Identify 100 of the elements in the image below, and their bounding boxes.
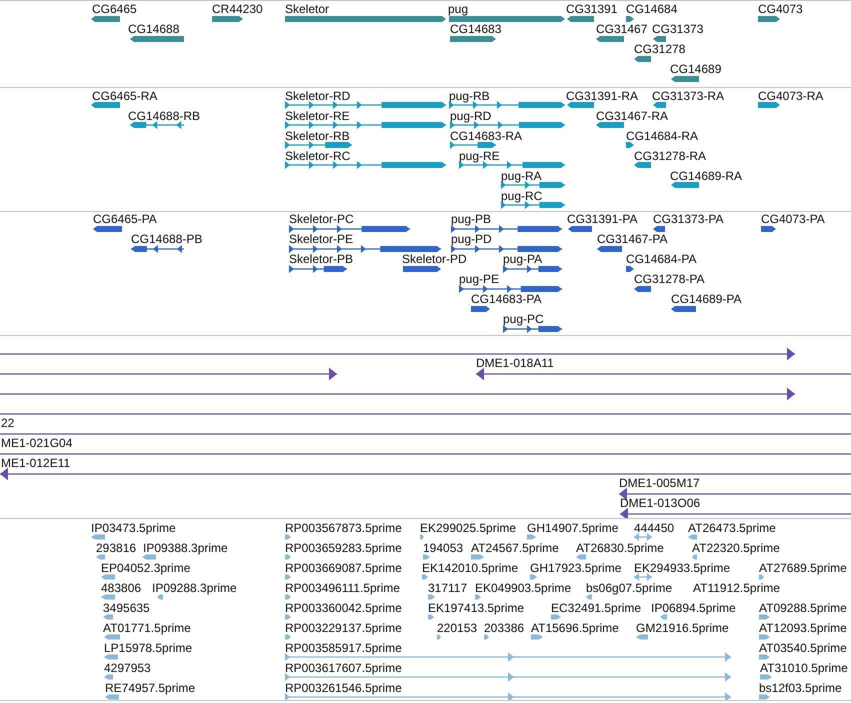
transcript-model bbox=[501, 201, 565, 209]
protein-model bbox=[634, 286, 651, 292]
feature-label: pug-RE bbox=[459, 149, 500, 163]
feature-label: EP04052.3prime bbox=[101, 561, 190, 575]
feature-label: CG31391 bbox=[566, 2, 618, 16]
feature-label: IP09288.3prime bbox=[152, 581, 237, 595]
feature-label: LP15978.5prime bbox=[104, 641, 192, 655]
est-arrow bbox=[475, 594, 481, 600]
feature-label: ME1-021G04 bbox=[1, 436, 72, 450]
est-arrow bbox=[692, 554, 697, 560]
est-arrow bbox=[285, 594, 291, 600]
feature-label: EK299025.5prime bbox=[420, 521, 516, 535]
est-arrow bbox=[285, 634, 291, 640]
feature-label: CG14689-RA bbox=[670, 169, 742, 183]
feature-label: CG14688-PB bbox=[131, 232, 202, 246]
feature-label: CR44230 bbox=[212, 2, 263, 16]
feature-label: CG14684 bbox=[626, 2, 678, 16]
feature-label: pug-PE bbox=[459, 272, 500, 286]
est-arrow bbox=[634, 533, 652, 541]
feature-label: bs06g07.5prime bbox=[586, 581, 672, 595]
est-arrow bbox=[484, 634, 489, 640]
feature-label: bs12f03.5prime bbox=[759, 681, 842, 695]
est-arrow bbox=[285, 534, 291, 540]
feature-label: EC32491.5prime bbox=[551, 601, 642, 615]
feature-label: pug-RB bbox=[449, 89, 490, 103]
est-arrow bbox=[688, 534, 697, 540]
protein-model bbox=[93, 226, 122, 232]
feature-label: AT15696.5prime bbox=[531, 621, 619, 635]
feature-label: RE74957.5prime bbox=[105, 681, 196, 695]
gene-arrow bbox=[626, 16, 634, 22]
est-arrow bbox=[759, 694, 770, 700]
est-arrow bbox=[285, 574, 291, 580]
feature-label: CG31373-RA bbox=[652, 89, 724, 103]
feature-label: pug-PB bbox=[451, 212, 492, 226]
feature-label: CG31467 bbox=[596, 22, 648, 36]
est-arrow bbox=[586, 594, 592, 600]
feature-label: 203386 bbox=[484, 621, 524, 635]
est-arrow bbox=[759, 574, 764, 580]
est-arrow bbox=[576, 554, 586, 560]
est-arrow bbox=[104, 654, 118, 660]
feature-label: CG31278-PA bbox=[634, 272, 704, 286]
est-arrow bbox=[759, 634, 770, 640]
feature-label: GM21916.5prime bbox=[636, 621, 729, 635]
gene-arrow bbox=[653, 36, 666, 42]
est-arrow bbox=[428, 614, 434, 620]
est-arrow bbox=[422, 574, 428, 580]
feature-label: RP003360042.5prime bbox=[285, 601, 402, 615]
feature-label: CG6465-PA bbox=[93, 212, 157, 226]
feature-label: Skeletor-RD bbox=[285, 89, 350, 103]
est-arrow bbox=[105, 694, 119, 700]
feature-label: pug-PC bbox=[503, 312, 544, 326]
feature-label: CG14684-RA bbox=[626, 129, 698, 143]
transcript-model bbox=[91, 102, 120, 108]
feature-label: CG31391-PA bbox=[567, 212, 638, 226]
protein-model bbox=[671, 306, 696, 312]
feature-label: DME1-013O06 bbox=[620, 496, 700, 510]
feature-label: AT26473.5prime bbox=[688, 521, 776, 535]
feature-label: Skeletor-PC bbox=[289, 212, 354, 226]
transcript-model bbox=[626, 142, 634, 148]
feature-label: pug-RC bbox=[501, 189, 542, 203]
transcript-model bbox=[130, 121, 184, 129]
feature-label: 317117 bbox=[428, 581, 468, 595]
est-arrow bbox=[91, 534, 105, 540]
est-arrow bbox=[423, 554, 430, 560]
protein-model bbox=[568, 226, 592, 232]
feature-label: EK049903.5prime bbox=[475, 581, 572, 595]
feature-label: CG14684-PA bbox=[626, 252, 696, 266]
feature-label: CG31278 bbox=[634, 42, 686, 56]
protein-model bbox=[597, 246, 622, 252]
feature-label: 3495635 bbox=[103, 601, 150, 615]
feature-label: CG6465-RA bbox=[92, 89, 158, 103]
feature-label: pug-PA bbox=[503, 252, 542, 266]
est-arrow bbox=[551, 614, 561, 620]
feature-label: CG14683-RA bbox=[450, 129, 522, 143]
feature-label: pug-RA bbox=[501, 169, 542, 183]
feature-label: AT03540.5prime bbox=[759, 641, 847, 655]
feature-label: 4297953 bbox=[104, 661, 151, 675]
feature-label: RP003229137.5prime bbox=[285, 621, 402, 635]
feature-label: AT26830.5prime bbox=[576, 541, 664, 555]
gene-arrow bbox=[130, 36, 184, 42]
protein-model bbox=[503, 325, 562, 333]
protein-model bbox=[503, 265, 562, 273]
est-arrow bbox=[101, 594, 115, 600]
est-arrow bbox=[760, 674, 772, 680]
feature-label: CG4073 bbox=[758, 2, 803, 16]
transcript-model bbox=[567, 102, 594, 108]
protein-model bbox=[653, 226, 665, 232]
feature-label: IP03473.5prime bbox=[91, 521, 176, 535]
feature-label: 220153 bbox=[437, 621, 478, 635]
feature-label: GH17923.5prime bbox=[530, 561, 622, 575]
transcript-model bbox=[596, 122, 624, 128]
transcript-model bbox=[758, 102, 780, 108]
gene-arrow bbox=[634, 56, 651, 62]
feature-label: Skeletor-RC bbox=[285, 149, 350, 163]
feature-label: Skeletor-RB bbox=[285, 129, 350, 143]
feature-label: CG31373-PA bbox=[653, 212, 724, 226]
feature-label: CG14688 bbox=[128, 22, 180, 36]
feature-label: Skeletor-PD bbox=[402, 252, 467, 266]
transcript-model bbox=[634, 162, 651, 168]
feature-label: 293816 bbox=[96, 541, 136, 555]
